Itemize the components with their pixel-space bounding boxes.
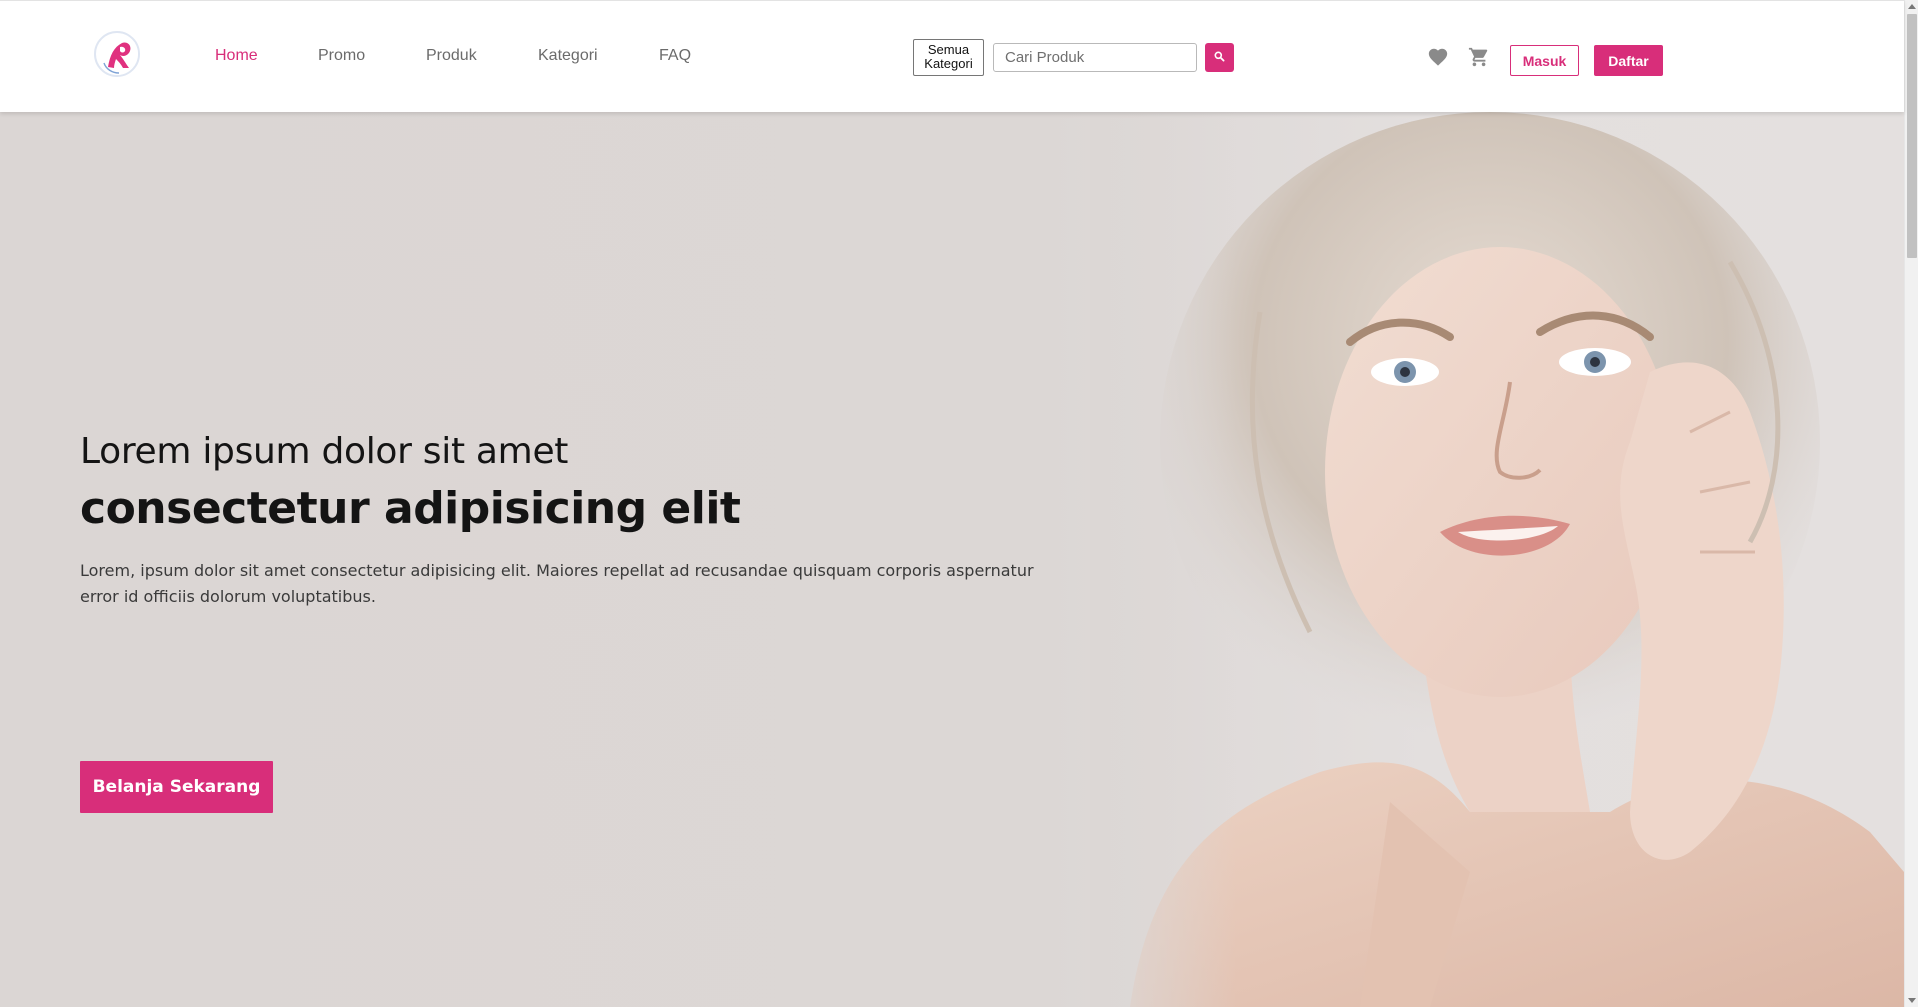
category-select[interactable]: Semua Kategori bbox=[913, 39, 984, 76]
nav-item-kategori[interactable]: Kategori bbox=[538, 47, 598, 65]
page-scrollbar[interactable] bbox=[1904, 0, 1918, 1007]
heart-icon[interactable] bbox=[1427, 46, 1449, 68]
cart-icon[interactable] bbox=[1468, 46, 1490, 68]
hero-heading-line1: Lorem ipsum dolor sit amet bbox=[80, 431, 569, 472]
nav-item-promo[interactable]: Promo bbox=[318, 47, 365, 65]
page: Home Promo Produk Kategori FAQ Semua Kat… bbox=[0, 0, 1918, 1007]
scrollbar-thumb[interactable] bbox=[1907, 14, 1917, 258]
nav-item-faq[interactable]: FAQ bbox=[659, 47, 691, 65]
shop-now-button[interactable]: Belanja Sekarang bbox=[80, 761, 273, 813]
logo-icon bbox=[98, 35, 138, 75]
navbar: Home Promo Produk Kategori FAQ Semua Kat… bbox=[0, 0, 1904, 112]
scroll-up-icon[interactable] bbox=[1908, 4, 1916, 9]
hero-heading-line2: consectetur adipisicing elit bbox=[80, 483, 741, 534]
hero-model-image bbox=[1090, 112, 1904, 1007]
hero-banner: Lorem ipsum dolor sit amet consectetur a… bbox=[0, 112, 1904, 1007]
nav-item-home[interactable]: Home bbox=[215, 47, 258, 65]
hero-description: Lorem, ipsum dolor sit amet consectetur … bbox=[80, 561, 1034, 606]
hero-text-block: Lorem ipsum dolor sit amet consectetur a… bbox=[80, 430, 1060, 610]
search-icon bbox=[1214, 51, 1225, 62]
register-button[interactable]: Daftar bbox=[1594, 45, 1663, 76]
search-button[interactable] bbox=[1205, 43, 1234, 72]
search-input[interactable] bbox=[993, 43, 1197, 72]
nav-item-produk[interactable]: Produk bbox=[426, 47, 477, 65]
login-button[interactable]: Masuk bbox=[1510, 45, 1579, 76]
brand-logo[interactable] bbox=[94, 31, 140, 77]
scroll-down-icon[interactable] bbox=[1908, 998, 1916, 1003]
